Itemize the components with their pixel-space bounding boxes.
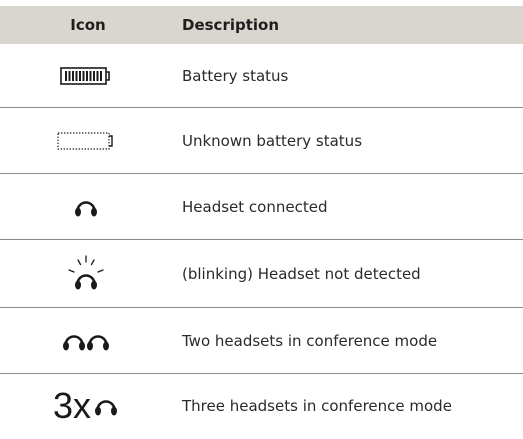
table-header: Icon Description (0, 6, 523, 44)
battery-unknown-icon (57, 131, 113, 150)
table-row: Unknown battery status (0, 108, 523, 174)
table-row: (blinking) Headset not detected (0, 240, 523, 308)
row-description: Unknown battery status (182, 131, 363, 150)
header-icon: Icon (70, 16, 106, 34)
header-description: Description (182, 16, 280, 34)
three-headsets-icon: 3x (53, 388, 119, 424)
battery-full-icon (60, 66, 110, 85)
row-description: (blinking) Headset not detected (182, 264, 421, 283)
row-description: Battery status (182, 66, 289, 85)
table-row: Battery status (0, 44, 523, 108)
table-row: Two headsets in conference mode (0, 308, 523, 374)
headset-icon (95, 400, 118, 416)
three-x-label: 3x (52, 385, 92, 426)
headset-icon (75, 200, 97, 216)
headset-blinking-icon (68, 254, 104, 289)
row-description: Headset connected (182, 197, 328, 216)
row-description: Two headsets in conference mode (182, 331, 438, 350)
table-row: Headset connected (0, 174, 523, 240)
icon-description-table: Icon Description Battery status Unknown … (0, 6, 523, 438)
two-headsets-icon (63, 334, 109, 350)
table-row: 3x Three headsets in conference mode (0, 374, 523, 438)
row-description: Three headsets in conference mode (182, 397, 452, 415)
